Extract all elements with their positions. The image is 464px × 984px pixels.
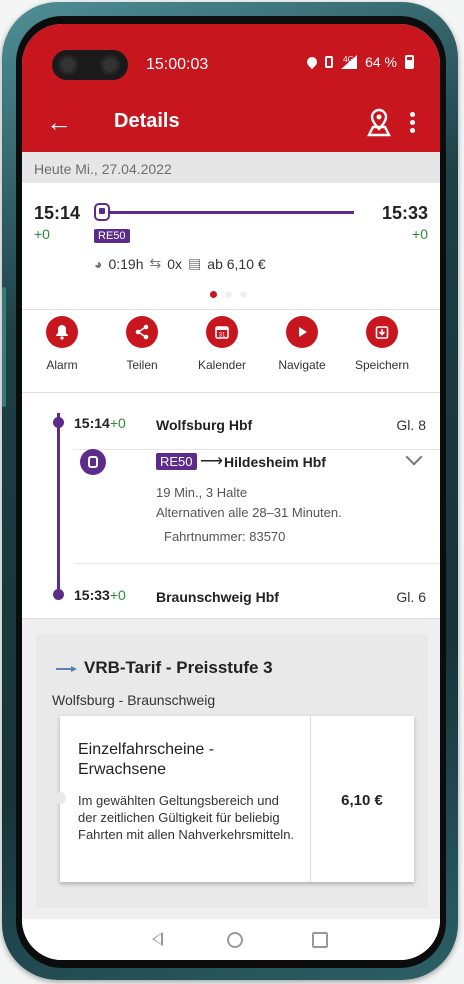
more-options-icon[interactable] xyxy=(410,112,416,136)
leg-line-badge: RE50 xyxy=(156,453,197,470)
chevron-down-icon[interactable] xyxy=(405,448,423,466)
journey-details: 15:14+0 Wolfsburg Hbf Gl. 8 RE50 ⟶ Hilde… xyxy=(22,393,440,619)
location-icon xyxy=(305,54,320,70)
ticket-description: Im gewählten Geltungsbereich und der zei… xyxy=(78,793,295,842)
line-badge: RE50 xyxy=(94,229,130,243)
tariff-card: VRB-Tarif - Preisstufe 3 Wolfsburg - Bra… xyxy=(36,634,428,908)
page-dot xyxy=(240,291,247,298)
origin-dot xyxy=(53,417,64,428)
battery-percent: 64 % xyxy=(365,54,397,70)
direction-arrow-icon: ⟶ xyxy=(200,453,223,470)
app-toolbar: ← Details xyxy=(22,94,440,152)
map-pin-icon[interactable] xyxy=(366,108,392,138)
date-bar: Heute Mi., 27.04.2022 xyxy=(22,152,440,183)
train-icon xyxy=(94,203,110,221)
alarm-label: Alarm xyxy=(46,358,78,372)
page-dot xyxy=(225,291,232,298)
svg-text:31: 31 xyxy=(219,333,226,339)
phone-bezel: 15:00:03 4G 64 % ← Details Heute Mi., 27… xyxy=(16,16,446,968)
page-indicator xyxy=(210,291,247,298)
status-icons: 4G 64 % xyxy=(305,54,414,70)
bell-icon xyxy=(46,316,78,348)
camera-cutout xyxy=(52,50,128,80)
play-icon xyxy=(286,316,318,348)
arrival-delay: +0 xyxy=(412,226,428,242)
navigate-button[interactable]: Navigate xyxy=(262,316,342,372)
clock-icon: ◕ xyxy=(94,255,103,272)
origin-track: Gl. 8 xyxy=(396,417,426,433)
origin-station[interactable]: Wolfsburg Hbf xyxy=(156,417,252,433)
camera-lens xyxy=(100,55,120,75)
origin-time: 15:14 xyxy=(74,415,110,431)
ticket-title: Einzelfahrscheine - Erwachsene xyxy=(78,741,215,778)
departure-time: 15:14 xyxy=(34,203,81,223)
ticket-price: 6,10 € xyxy=(341,792,383,809)
camera-lens xyxy=(58,55,78,75)
nav-home-icon[interactable] xyxy=(227,932,243,948)
price-from: ab 6,10 € xyxy=(207,255,266,272)
alarm-button[interactable]: Alarm xyxy=(22,316,102,372)
destination-dot xyxy=(53,589,64,600)
duration: 0:19h xyxy=(108,255,144,272)
calendar-button[interactable]: 31 Kalender xyxy=(182,316,262,372)
transfer-icon: ⇆ xyxy=(149,255,162,271)
destination-time: 15:33 xyxy=(74,587,110,603)
screen: 15:00:03 4G 64 % ← Details Heute Mi., 27… xyxy=(22,24,440,960)
tariff-title: VRB-Tarif - Preisstufe 3 xyxy=(84,658,273,677)
transfer-count: 0x xyxy=(167,255,183,272)
tariff-route: Wolfsburg - Braunschweig xyxy=(52,692,216,708)
network-type: 4G xyxy=(343,55,354,64)
share-icon xyxy=(126,316,158,348)
ticket-card[interactable]: Einzelfahrscheine - Erwachsene Im gewähl… xyxy=(54,716,414,882)
arrival-time: 15:33 xyxy=(381,203,428,223)
divider xyxy=(74,449,440,450)
navigate-label: Navigate xyxy=(278,358,326,372)
destination-delay: +0 xyxy=(109,587,126,603)
back-arrow-icon[interactable]: ← xyxy=(46,107,72,137)
trip-number: Fahrtnummer: 83570 xyxy=(164,529,286,544)
nav-back-icon[interactable] xyxy=(152,932,163,946)
battery-icon xyxy=(405,55,414,69)
origin-delay: +0 xyxy=(109,415,126,431)
tariff-logo-icon xyxy=(56,666,77,672)
side-button xyxy=(2,287,6,407)
journey-line xyxy=(57,413,60,591)
date-label: Heute Mi., 27.04.2022 xyxy=(34,161,172,177)
nav-recents-icon[interactable] xyxy=(312,932,328,948)
system-navigation-bar xyxy=(22,920,440,960)
status-time: 15:00:03 xyxy=(146,56,209,73)
status-bar: 15:00:03 4G 64 % xyxy=(22,24,440,94)
save-icon xyxy=(366,316,398,348)
leg-destination: Hildesheim Hbf xyxy=(224,454,326,470)
origin-time-row: 15:14+0 xyxy=(74,415,126,431)
action-bar: Alarm Teilen 31 Kalender Navigate Speich… xyxy=(22,310,440,393)
signal-icon: 4G xyxy=(341,55,358,69)
destination-time-row: 15:33+0 xyxy=(74,587,126,603)
calendar-icon: 31 xyxy=(206,316,238,348)
divider xyxy=(74,563,440,564)
destination-track: Gl. 6 xyxy=(396,589,426,605)
departure-delay: +0 xyxy=(34,226,50,242)
vibrate-icon xyxy=(325,56,334,68)
page-dot xyxy=(210,291,217,298)
coins-icon: ▤ xyxy=(188,255,202,271)
train-icon xyxy=(80,449,106,475)
save-label: Speichern xyxy=(354,358,410,372)
route-line xyxy=(106,211,354,214)
ticket-notch xyxy=(54,792,66,804)
share-button[interactable]: Teilen xyxy=(102,316,182,372)
connection-summary[interactable]: 15:14 +0 15:33 +0 RE50 ◕ 0:19h ⇆ 0x ▤ ab… xyxy=(22,183,440,310)
destination-station[interactable]: Braunschweig Hbf xyxy=(156,589,279,605)
trip-meta: ◕ 0:19h ⇆ 0x ▤ ab 6,10 € xyxy=(94,255,266,272)
page-title: Details xyxy=(114,110,180,132)
leg-alternatives: Alternativen alle 28–31 Minuten. xyxy=(156,505,342,520)
share-label: Teilen xyxy=(126,358,158,372)
calendar-label: Kalender xyxy=(197,358,247,372)
save-button[interactable]: Speichern xyxy=(342,316,422,372)
leg-duration: 19 Min., 3 Halte xyxy=(156,485,248,500)
phone-frame: 15:00:03 4G 64 % ← Details Heute Mi., 27… xyxy=(2,2,458,980)
